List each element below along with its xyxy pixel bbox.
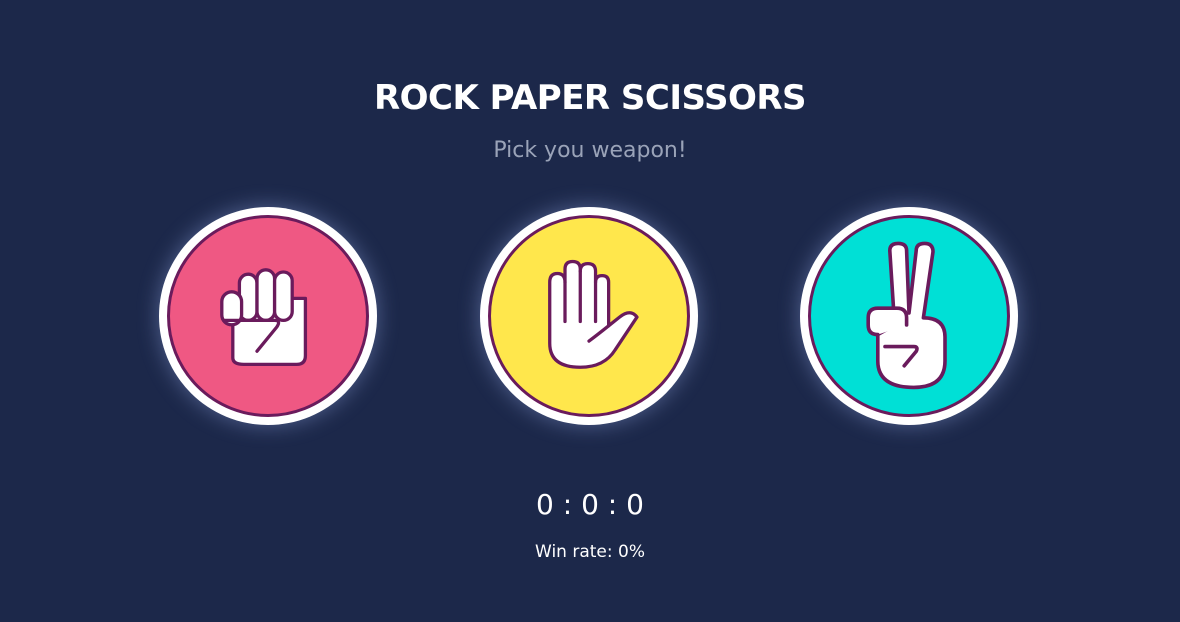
game-title: ROCK PAPER SCISSORS bbox=[373, 78, 807, 118]
peace-hand-icon bbox=[866, 241, 947, 390]
paper-button[interactable] bbox=[480, 207, 698, 425]
score-display: 0 : 0 : 0 bbox=[536, 488, 644, 521]
scissors-button[interactable] bbox=[800, 207, 1018, 425]
instruction-text: Pick you weapon! bbox=[493, 138, 687, 163]
rock-button[interactable] bbox=[159, 207, 377, 425]
win-rate-text: Win rate: 0% bbox=[535, 542, 645, 562]
open-hand-icon bbox=[548, 259, 639, 369]
fist-icon bbox=[220, 268, 308, 367]
